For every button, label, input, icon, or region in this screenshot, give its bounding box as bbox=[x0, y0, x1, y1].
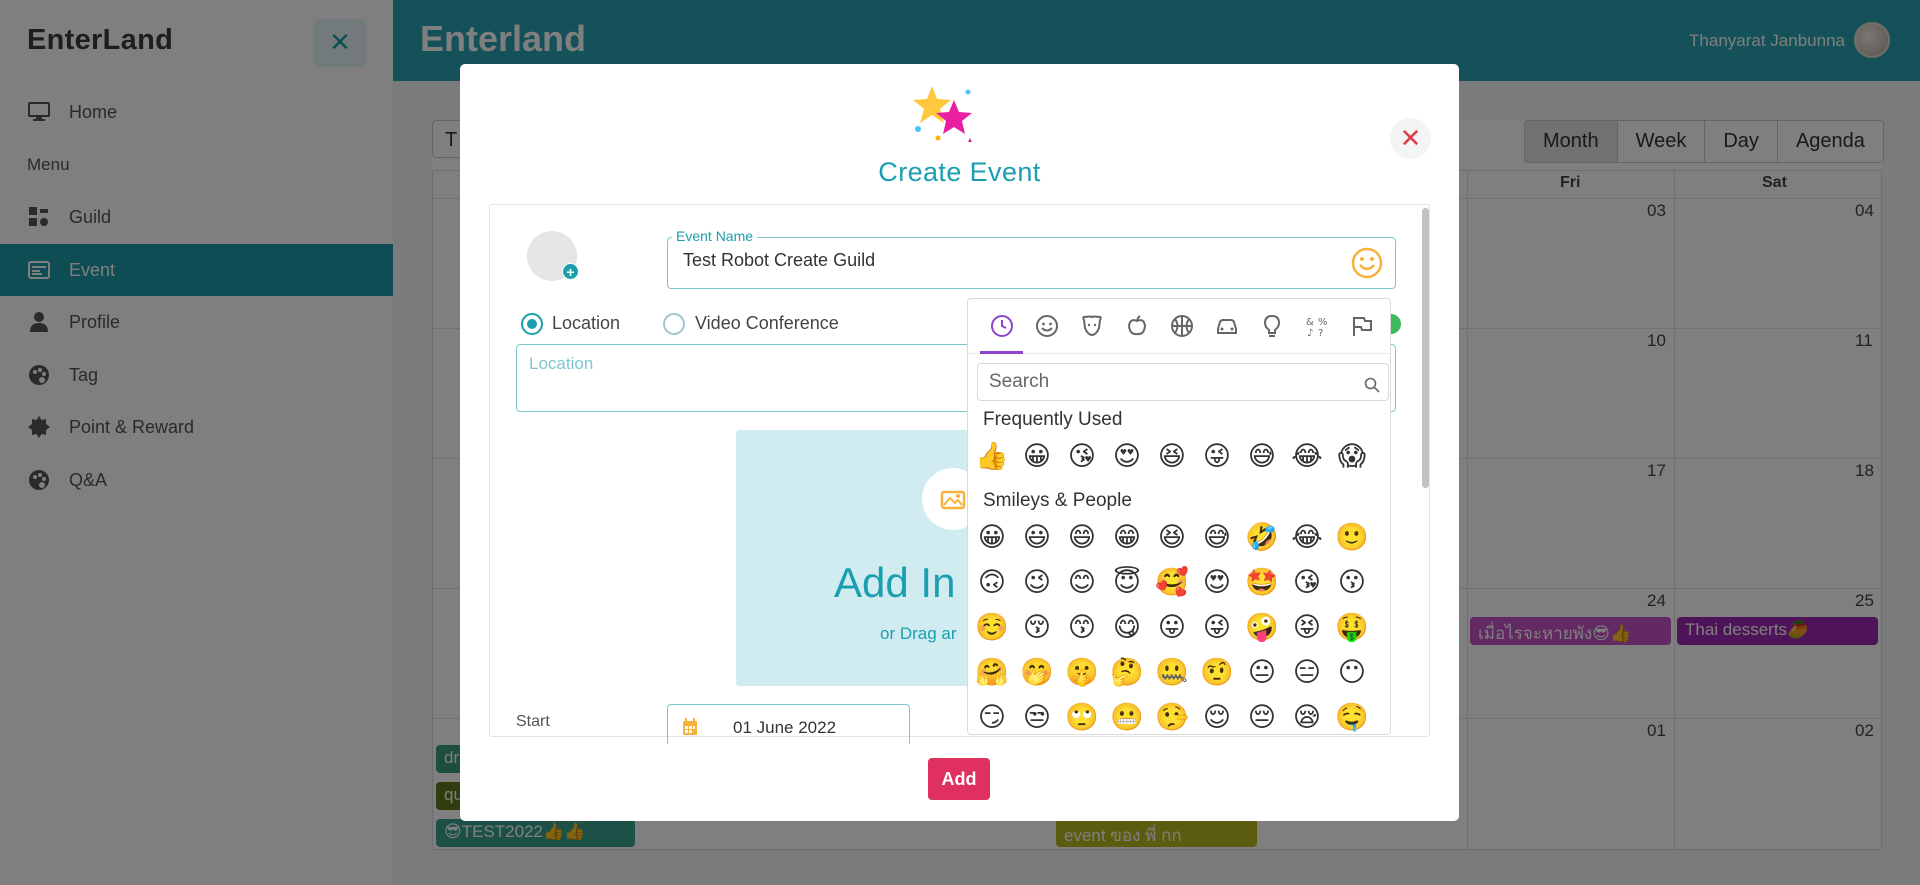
emoji-button[interactable]: 😍 bbox=[1109, 439, 1145, 475]
emoji-button[interactable]: 🤩 bbox=[1244, 565, 1280, 601]
emoji-button[interactable]: 😙 bbox=[1064, 610, 1100, 646]
modal-close-button[interactable]: ✕ bbox=[1390, 118, 1431, 159]
video-conference-radio-label[interactable]: Video Conference bbox=[695, 313, 839, 334]
start-date-value[interactable]: 01 June 2022 bbox=[733, 718, 836, 738]
form-scrollbar[interactable] bbox=[1422, 208, 1429, 488]
emoji-button[interactable]: 😏 bbox=[974, 700, 1010, 734]
emoji-button[interactable]: 🤑 bbox=[1334, 610, 1370, 646]
calendar-icon bbox=[682, 718, 698, 736]
svg-text:&: & bbox=[1306, 317, 1314, 328]
emoji-button[interactable]: 🤨 bbox=[1199, 655, 1235, 691]
emoji-button[interactable]: 🤗 bbox=[974, 655, 1010, 691]
emoji-search-placeholder: Search bbox=[989, 371, 1050, 392]
close-icon: ✕ bbox=[1399, 123, 1422, 153]
emoji-button[interactable]: 😱 bbox=[1334, 439, 1370, 475]
symbols-icon[interactable]: &% ♪? bbox=[1304, 313, 1330, 339]
activity-icon[interactable] bbox=[1169, 313, 1195, 339]
recent-icon[interactable] bbox=[989, 313, 1015, 339]
emoji-group-heading: Frequently Used bbox=[983, 409, 1123, 430]
emoji-button[interactable]: 😂 bbox=[1289, 439, 1325, 475]
event-name-value[interactable]: Test Robot Create Guild bbox=[683, 250, 875, 271]
emoji-button[interactable]: 😘 bbox=[1064, 439, 1100, 475]
emoji-button[interactable]: 😄 bbox=[1064, 520, 1100, 556]
emoji-button[interactable]: 🤥 bbox=[1154, 700, 1190, 734]
emoji-button[interactable]: 😂 bbox=[1289, 520, 1325, 556]
emoji-button[interactable]: 😀 bbox=[974, 520, 1010, 556]
emoji-button[interactable]: 😐 bbox=[1244, 655, 1280, 691]
emoji-button[interactable]: 😆 bbox=[1154, 520, 1190, 556]
emoji-button[interactable]: 😉 bbox=[1019, 565, 1055, 601]
modal-title: Create Event bbox=[878, 157, 1041, 187]
add-button[interactable]: Add bbox=[928, 758, 990, 800]
emoji-button[interactable]: 🙃 bbox=[974, 565, 1010, 601]
video-conference-radio[interactable] bbox=[663, 313, 685, 335]
plus-icon[interactable]: + bbox=[562, 263, 579, 280]
emoji-group-heading: Smileys & People bbox=[983, 490, 1132, 511]
emoji-button[interactable]: 😑 bbox=[1289, 655, 1325, 691]
objects-icon[interactable] bbox=[1259, 313, 1285, 339]
stars-icon bbox=[908, 82, 978, 146]
emoji-button[interactable]: 🤣 bbox=[1244, 520, 1280, 556]
food-icon[interactable] bbox=[1124, 313, 1150, 339]
svg-text:♪: ♪ bbox=[1307, 328, 1313, 338]
emoji-picker-toggle-icon[interactable] bbox=[1351, 247, 1383, 279]
emoji-button[interactable]: 😌 bbox=[1199, 700, 1235, 734]
emoji-button[interactable]: 🤫 bbox=[1064, 655, 1100, 691]
emoji-category-bar: &% ♪? bbox=[968, 299, 1390, 354]
emoji-button[interactable]: 🤪 bbox=[1244, 610, 1280, 646]
event-name-label: Event Name bbox=[672, 228, 758, 244]
emoji-button[interactable]: 😚 bbox=[1019, 610, 1055, 646]
location-radio[interactable] bbox=[521, 313, 543, 335]
emoji-button[interactable]: 😒 bbox=[1019, 700, 1055, 734]
emoji-button[interactable]: 😅 bbox=[1199, 520, 1235, 556]
emoji-button[interactable]: 😗 bbox=[1334, 565, 1370, 601]
emoji-button[interactable]: 😔 bbox=[1244, 700, 1280, 734]
active-category-indicator bbox=[980, 351, 1023, 354]
emoji-button[interactable]: 😝 bbox=[1289, 610, 1325, 646]
location-radio-label[interactable]: Location bbox=[552, 313, 620, 334]
travel-icon[interactable] bbox=[1214, 313, 1240, 339]
start-label: Start bbox=[516, 713, 550, 730]
emoji-button[interactable]: 😆 bbox=[1154, 439, 1190, 475]
emoji-button[interactable]: ☺️ bbox=[974, 610, 1010, 646]
smiley-icon[interactable] bbox=[1034, 313, 1060, 339]
animal-icon[interactable] bbox=[1079, 313, 1105, 339]
emoji-button[interactable]: 🥰 bbox=[1154, 565, 1190, 601]
emoji-button[interactable]: 😊 bbox=[1064, 565, 1100, 601]
emoji-button[interactable]: 😃 bbox=[1019, 520, 1055, 556]
emoji-button[interactable]: 😜 bbox=[1199, 610, 1235, 646]
emoji-button[interactable]: 😅 bbox=[1244, 439, 1280, 475]
emoji-button[interactable]: 😪 bbox=[1289, 700, 1325, 734]
emoji-picker: &% ♪? Search Frequently Used Smileys & Pe… bbox=[967, 298, 1391, 735]
emoji-button[interactable]: 🤐 bbox=[1154, 655, 1190, 691]
svg-text:%: % bbox=[1318, 317, 1328, 328]
emoji-button[interactable]: 🤔 bbox=[1109, 655, 1145, 691]
emoji-button[interactable]: 🙂 bbox=[1334, 520, 1370, 556]
emoji-button[interactable]: 🤤 bbox=[1334, 700, 1370, 734]
emoji-button[interactable]: 😛 bbox=[1154, 610, 1190, 646]
drag-hint: or Drag ar bbox=[880, 624, 957, 643]
add-image-title: Add In bbox=[834, 559, 956, 606]
emoji-button[interactable]: 😜 bbox=[1199, 439, 1235, 475]
flags-icon[interactable] bbox=[1349, 313, 1375, 339]
emoji-button[interactable]: 😋 bbox=[1109, 610, 1145, 646]
emoji-button[interactable]: 😇 bbox=[1109, 565, 1145, 601]
location-placeholder: Location bbox=[529, 354, 594, 373]
emoji-button[interactable]: 😀 bbox=[1019, 439, 1055, 475]
emoji-button[interactable]: 😍 bbox=[1199, 565, 1235, 601]
emoji-button[interactable]: 😘 bbox=[1289, 565, 1325, 601]
search-icon bbox=[1364, 377, 1380, 393]
emoji-button[interactable]: 😁 bbox=[1109, 520, 1145, 556]
svg-text:?: ? bbox=[1318, 328, 1323, 338]
emoji-button[interactable]: 👍 bbox=[974, 439, 1010, 475]
emoji-button[interactable]: 😬 bbox=[1109, 700, 1145, 734]
emoji-button[interactable]: 🙄 bbox=[1064, 700, 1100, 734]
emoji-button[interactable]: 😶 bbox=[1334, 655, 1370, 691]
emoji-button[interactable]: 🤭 bbox=[1019, 655, 1055, 691]
